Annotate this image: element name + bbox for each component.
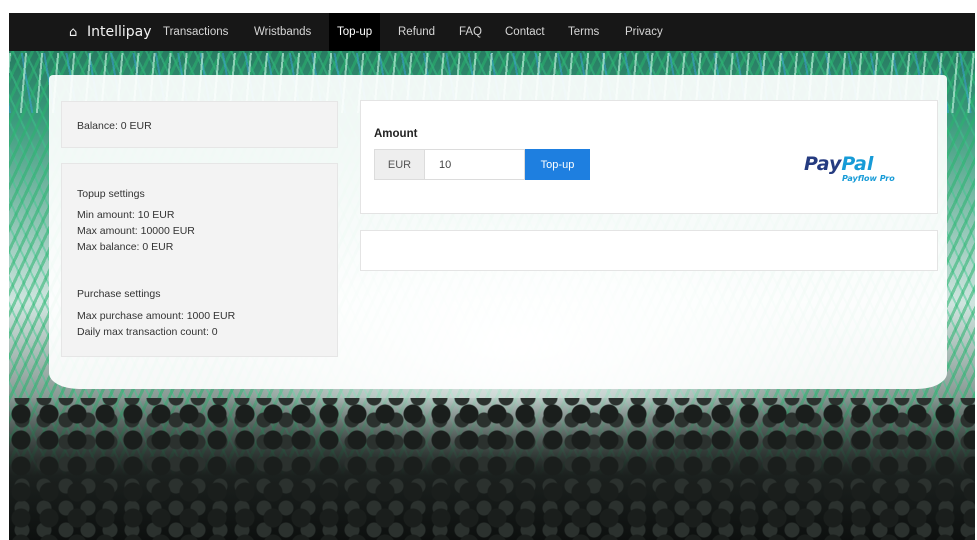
- amount-input[interactable]: [424, 149, 525, 180]
- amount-input-group: EUR Top-up: [374, 149, 590, 180]
- min-amount: Min amount: 10 EUR: [77, 209, 175, 221]
- nav-topup[interactable]: Top-up: [329, 13, 381, 51]
- balance-box: Balance: 0 EUR: [61, 101, 338, 148]
- status-card: [360, 230, 938, 271]
- balance-text: Balance: 0 EUR: [77, 120, 152, 132]
- topup-card: Amount EUR Top-up PayPal Payflow Pro: [360, 100, 938, 214]
- home-icon: ⌂: [69, 25, 78, 40]
- daily-max-transactions: Daily max transaction count: 0: [77, 326, 218, 338]
- nav-contact[interactable]: Contact: [497, 13, 553, 51]
- max-balance: Max balance: 0 EUR: [77, 241, 174, 253]
- paypal-payflow-logo: PayPal Payflow Pro: [804, 153, 904, 187]
- purchase-settings-heading: Purchase settings: [77, 288, 161, 300]
- nav-wristbands[interactable]: Wristbands: [246, 13, 319, 51]
- crowd-silhouette: [9, 398, 975, 540]
- topup-button[interactable]: Top-up: [525, 149, 590, 180]
- brand-link[interactable]: ⌂ Intellipay: [69, 13, 152, 51]
- settings-box: Topup settings Min amount: 10 EUR Max am…: [61, 163, 338, 357]
- nav-transactions[interactable]: Transactions: [155, 13, 236, 51]
- nav-faq[interactable]: FAQ: [451, 13, 490, 51]
- topup-settings-heading: Topup settings: [77, 188, 145, 200]
- currency-addon: EUR: [374, 149, 424, 180]
- paypal-logo-pay: Pay: [804, 153, 842, 175]
- max-amount: Max amount: 10000 EUR: [77, 225, 195, 237]
- amount-label: Amount: [374, 128, 418, 140]
- nav-refund[interactable]: Refund: [390, 13, 443, 51]
- navbar: ⌂ Intellipay Transactions Wristbands Top-…: [9, 13, 975, 51]
- nav-privacy[interactable]: Privacy: [617, 13, 671, 51]
- paypal-logo-pal: Pal: [841, 153, 874, 175]
- payflow-pro-text: Payflow Pro: [842, 174, 895, 183]
- brand-name: Intellipay: [87, 24, 152, 40]
- nav-terms[interactable]: Terms: [560, 13, 607, 51]
- main-content: Balance: 0 EUR Topup settings Min amount…: [49, 75, 947, 389]
- max-purchase-amount: Max purchase amount: 1000 EUR: [77, 310, 236, 322]
